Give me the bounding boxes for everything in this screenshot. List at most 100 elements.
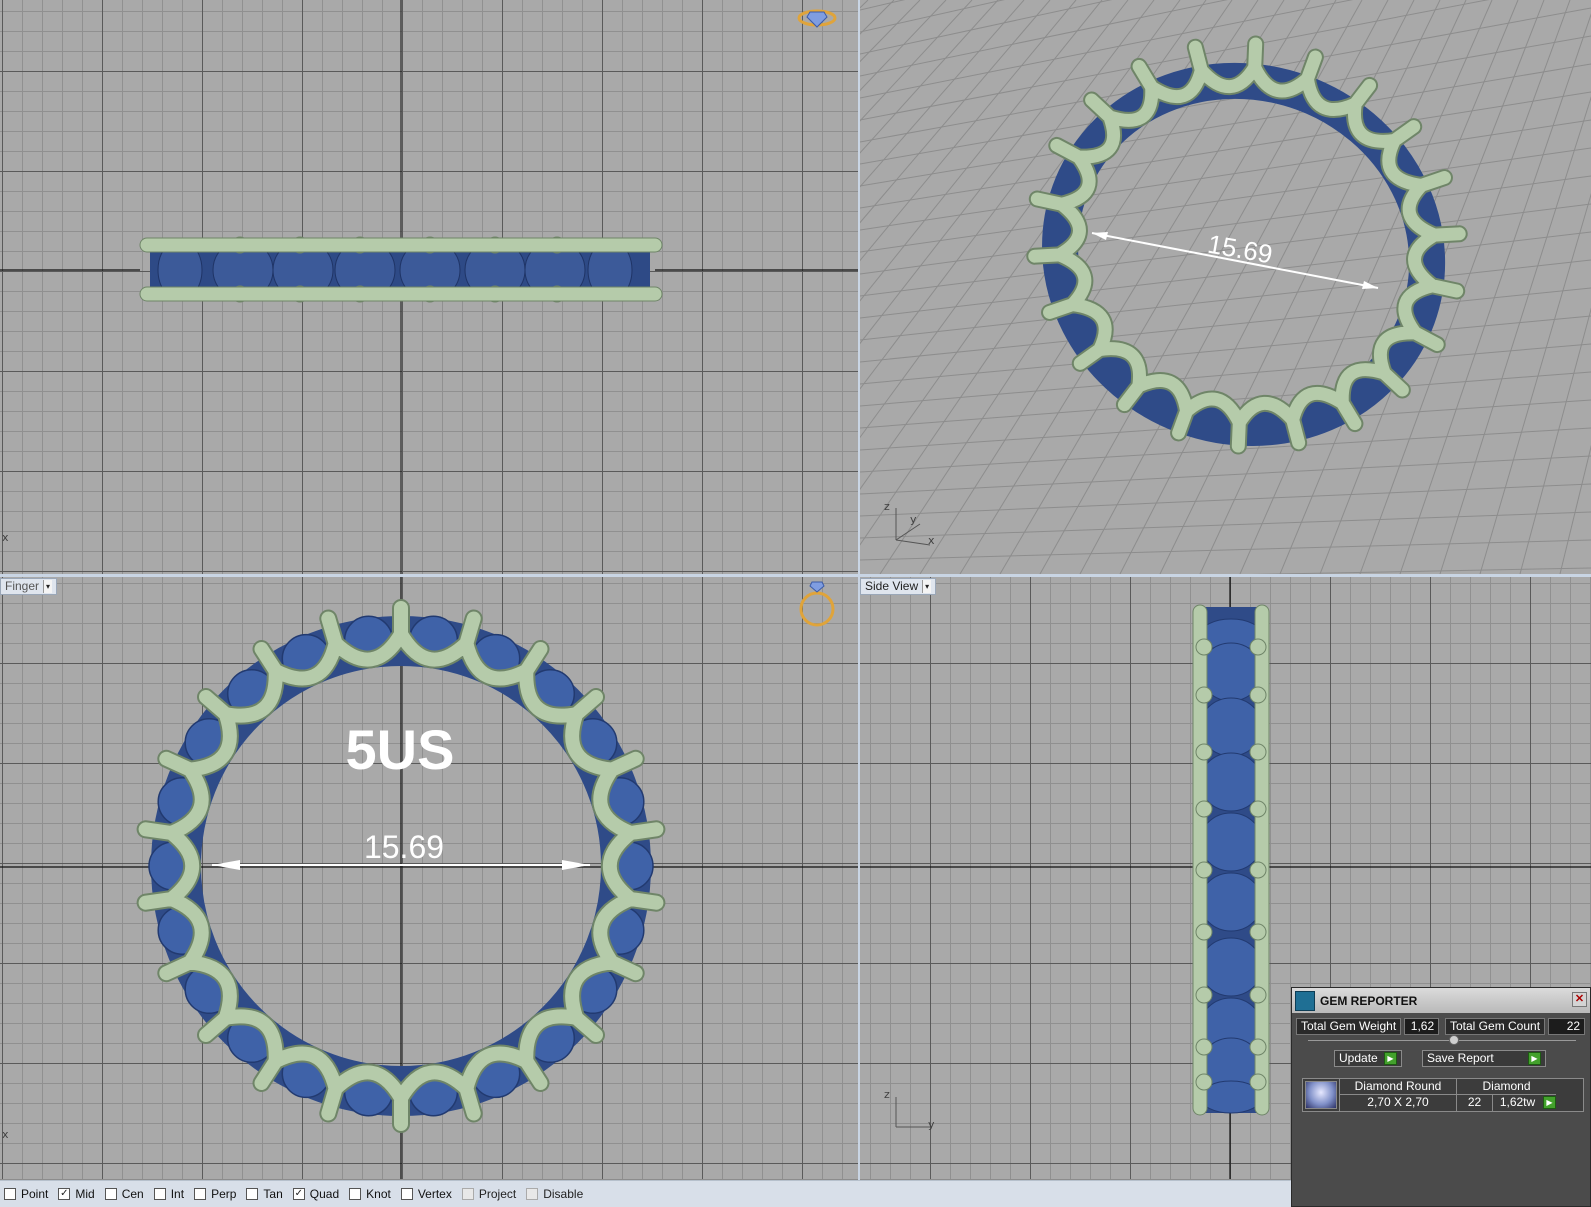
side-gem: [1199, 812, 1263, 872]
gem-reporter-panel: GEM REPORTER ✕ Total Gem Weight 1,62 Tot…: [1291, 987, 1591, 1207]
play-icon: ▶: [1528, 1052, 1541, 1065]
side-prong: [1195, 986, 1213, 1004]
gem-reporter-splitter[interactable]: [1308, 1035, 1576, 1045]
side-prong: [1195, 800, 1213, 818]
top-viewport[interactable]: x: [0, 0, 858, 574]
side-axis-z: z: [884, 1088, 890, 1101]
side-axis-y: y: [928, 1118, 935, 1131]
gem-reporter-titlebar[interactable]: GEM REPORTER ✕: [1292, 988, 1590, 1013]
side-gem: [1199, 872, 1263, 932]
side-prong: [1195, 1073, 1213, 1091]
osnap-knot[interactable]: Knot: [349, 1187, 391, 1201]
side-prong: [1249, 743, 1267, 761]
rail-lower: [139, 286, 663, 302]
splitter-knob[interactable]: [1449, 1035, 1459, 1045]
save-report-button[interactable]: Save Report ▶: [1422, 1050, 1546, 1067]
side-prong: [1249, 1038, 1267, 1056]
checkbox-icon[interactable]: [526, 1188, 539, 1200]
checkbox-icon[interactable]: [461, 1188, 474, 1200]
osnap-point[interactable]: Point: [4, 1187, 48, 1201]
gem-count: 22: [1456, 1095, 1492, 1111]
osnap-label: Knot: [366, 1187, 391, 1201]
checkbox-icon[interactable]: [153, 1188, 166, 1200]
play-icon: ▶: [1384, 1052, 1397, 1065]
ring-tool-icon[interactable]: [799, 581, 835, 627]
viewport-splitter-vertical[interactable]: [858, 0, 860, 1180]
side-gem: [1199, 752, 1263, 812]
persp-axis-x: x: [928, 534, 935, 547]
osnap-perp[interactable]: Perp: [194, 1187, 236, 1201]
total-weight-value: 1,62: [1404, 1018, 1440, 1035]
persp-axis-y: y: [910, 513, 917, 526]
osnap-label: Disable: [543, 1187, 584, 1201]
osnap-int[interactable]: Int: [153, 1187, 184, 1201]
ring-size-label: 5US: [346, 718, 455, 781]
osnap-quad[interactable]: ✓ Quad: [292, 1187, 340, 1201]
side-prong: [1249, 686, 1267, 704]
side-gem: [1199, 937, 1263, 997]
checkbox-checked-icon[interactable]: ✓: [292, 1188, 305, 1200]
finger-viewport-title: Finger: [5, 579, 40, 593]
checkbox-icon[interactable]: [349, 1188, 362, 1200]
chevron-down-icon[interactable]: ▾: [43, 580, 53, 593]
total-weight-label: Total Gem Weight: [1296, 1018, 1402, 1035]
side-rail-left: [1192, 604, 1208, 1116]
perspective-canvas: 15.69: [860, 0, 1591, 574]
side-prong: [1195, 923, 1213, 941]
checkbox-icon[interactable]: [246, 1188, 259, 1200]
osnap-label: Perp: [211, 1187, 237, 1201]
side-prong: [1249, 1073, 1267, 1091]
close-icon[interactable]: ✕: [1572, 992, 1587, 1007]
osnap-mid[interactable]: ✓ Mid: [58, 1187, 95, 1201]
finger-view-canvas: 15.69 5US: [0, 577, 858, 1179]
side-axes-gizmo: [895, 1097, 930, 1128]
osnap-disable[interactable]: Disable: [526, 1187, 583, 1201]
osnap-label: Vertex: [417, 1187, 452, 1201]
update-label: Update: [1339, 1051, 1378, 1065]
checkbox-icon[interactable]: [194, 1188, 207, 1200]
side-prong: [1249, 923, 1267, 941]
checkbox-checked-icon[interactable]: ✓: [58, 1188, 71, 1200]
osnap-label: Mid: [75, 1187, 95, 1201]
chevron-down-icon[interactable]: ▾: [922, 580, 932, 593]
osnap-cen[interactable]: Cen: [104, 1187, 144, 1201]
osnap-label: Cen: [121, 1187, 144, 1201]
osnap-tan[interactable]: Tan: [246, 1187, 283, 1201]
total-count-label: Total Gem Count: [1445, 1018, 1546, 1035]
viewport-splitter-horizontal[interactable]: [0, 574, 1591, 577]
side-prong: [1195, 1038, 1213, 1056]
osnap-vertex[interactable]: Vertex: [400, 1187, 452, 1201]
osnap-project[interactable]: Project: [461, 1187, 516, 1201]
front-axis-label: x: [2, 1128, 9, 1141]
osnap-label: Tan: [263, 1187, 283, 1201]
perspective-viewport[interactable]: 15.69 z y x: [860, 0, 1591, 574]
perspective-dimension-text: 15.69: [1206, 229, 1275, 270]
side-prong: [1195, 743, 1213, 761]
osnap-label: Point: [21, 1187, 49, 1201]
save-row: Save Report ▶: [1422, 1050, 1546, 1067]
total-count-row: Total Gem Count 22: [1445, 1018, 1586, 1035]
play-icon[interactable]: ▶: [1543, 1096, 1556, 1109]
side-rail-right: [1254, 604, 1270, 1116]
checkbox-icon[interactable]: [4, 1188, 16, 1200]
finger-dimension-text: 15.69: [364, 829, 444, 865]
top-view-canvas: [0, 0, 858, 574]
gem-material: Diamond: [1456, 1079, 1556, 1095]
finger-viewport-tab[interactable]: Finger ▾: [0, 578, 58, 595]
side-viewport-tab[interactable]: Side View ▾: [860, 578, 937, 595]
osnap-bar: Point ✓ Mid Cen Int Perp Tan ✓ Quad Knot Vertex Pro…: [0, 1180, 1291, 1207]
total-count-value: 22: [1548, 1018, 1586, 1035]
finger-viewport[interactable]: 15.69 5US Finger ▾ x: [0, 577, 858, 1179]
rail-upper: [139, 237, 663, 253]
gem-shape: Diamond Round: [1339, 1079, 1456, 1095]
osnap-label: Quad: [309, 1187, 340, 1201]
side-prong: [1195, 638, 1213, 656]
gem-tool-icon[interactable]: [797, 9, 837, 28]
checkbox-icon[interactable]: [400, 1188, 413, 1200]
checkbox-icon[interactable]: [104, 1188, 117, 1200]
side-prong: [1195, 861, 1213, 879]
gem-list-row[interactable]: Diamond Round Diamond 2,70 X 2,70 22 1,6…: [1302, 1078, 1584, 1112]
gem-size: 2,70 X 2,70: [1339, 1095, 1456, 1111]
update-button[interactable]: Update ▶: [1334, 1050, 1402, 1067]
side-prong: [1249, 638, 1267, 656]
